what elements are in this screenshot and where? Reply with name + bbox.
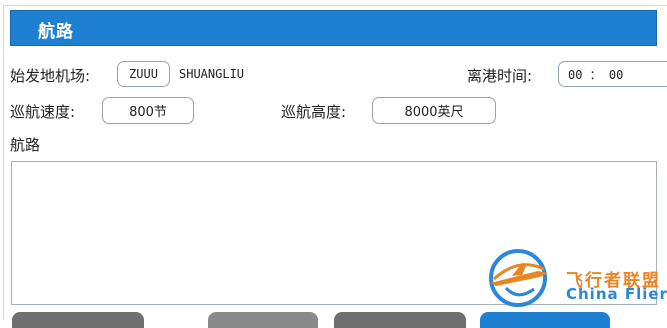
departure-airport-name: SHUANGLIU xyxy=(179,67,245,81)
departure-time-label: 离港时间: xyxy=(467,67,533,85)
bottom-button-1[interactable] xyxy=(12,312,144,328)
departure-airport-label: 始发地机场: xyxy=(10,67,91,85)
departure-time-field[interactable]: 00 ： 00 xyxy=(558,61,667,87)
cruise-speed-label: 巡航速度: xyxy=(10,103,76,121)
cruise-speed-value: 800节 xyxy=(129,105,167,120)
bottom-button-3[interactable] xyxy=(334,312,466,328)
panel-title: 航路 xyxy=(38,22,74,42)
cruise-speed-field[interactable]: 800节 xyxy=(102,97,194,124)
bottom-button-2[interactable] xyxy=(208,312,318,328)
cruise-altitude-label: 巡航高度: xyxy=(281,103,347,121)
bottom-button-4[interactable] xyxy=(480,312,610,328)
watermark-brand-en: China Flier xyxy=(566,285,667,303)
departure-airport-code-field[interactable]: ZUUU xyxy=(117,61,170,87)
departure-time-value: 00 ： 00 xyxy=(568,67,624,82)
cruise-altitude-value: 8000英尺 xyxy=(404,105,464,120)
cruise-altitude-field[interactable]: 8000英尺 xyxy=(372,97,496,124)
route-label: 航路 xyxy=(10,136,41,154)
departure-airport-code: ZUUU xyxy=(129,67,158,81)
panel-header: 航路 xyxy=(10,10,657,46)
